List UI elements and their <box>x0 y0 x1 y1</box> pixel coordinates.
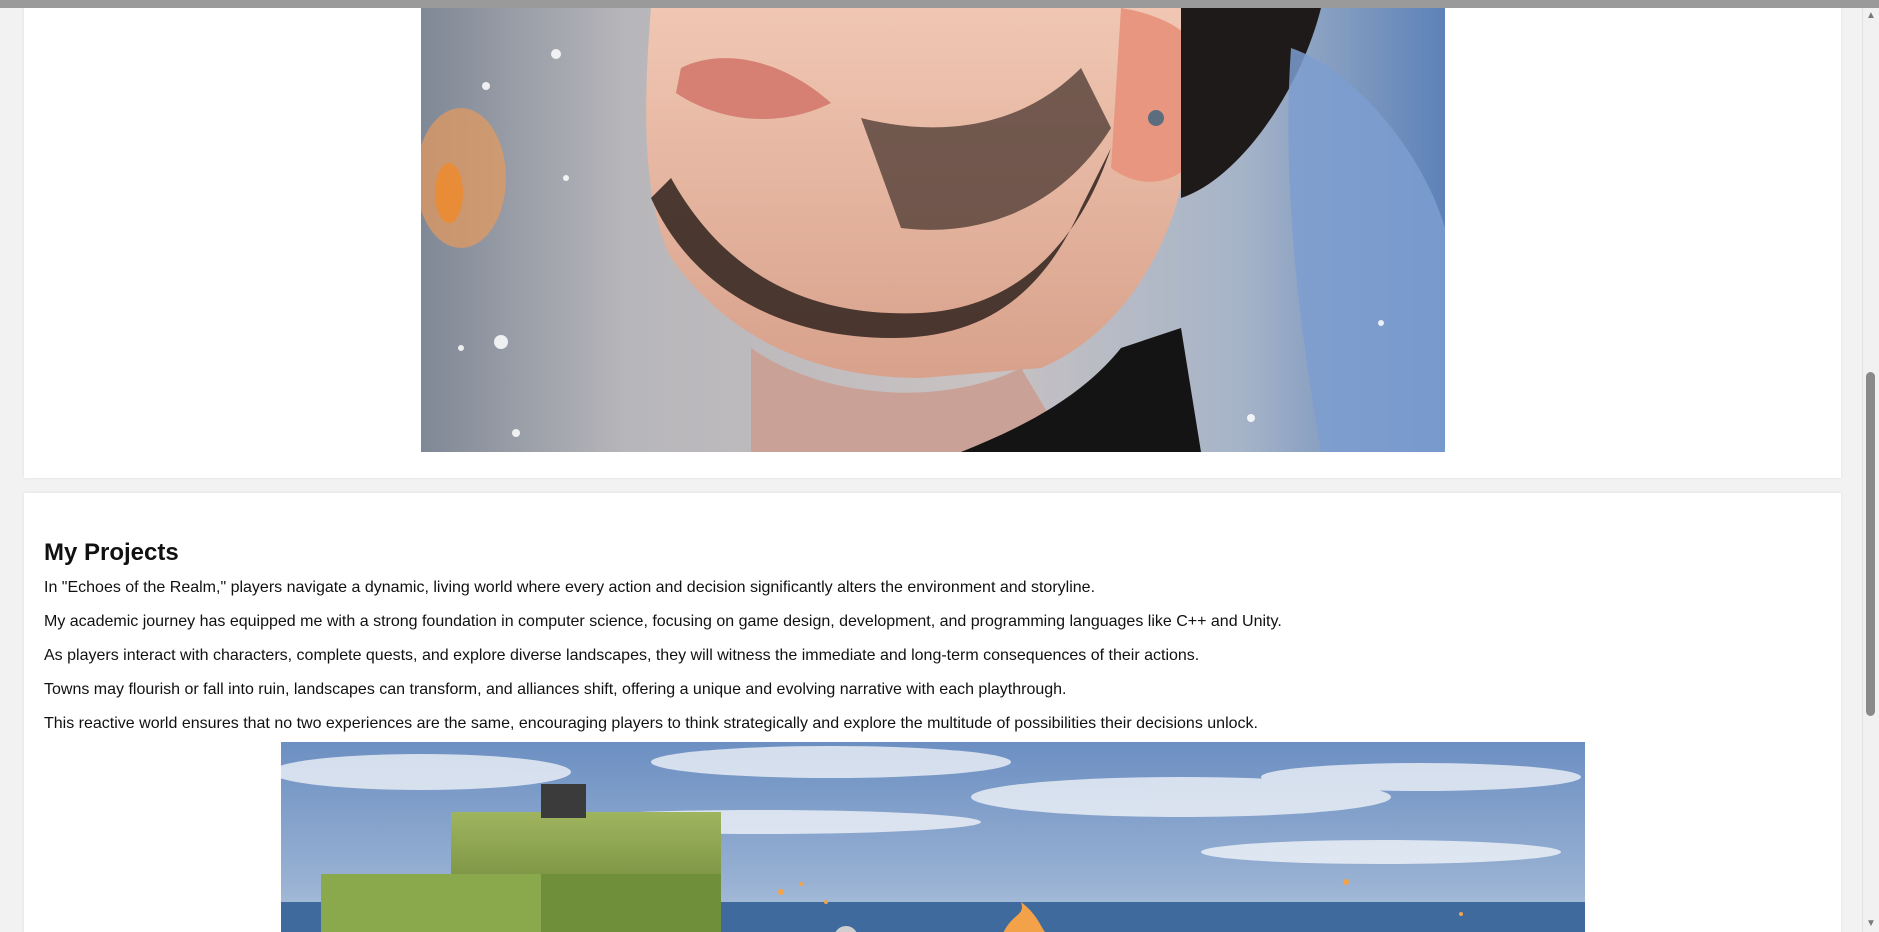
window-frame-top <box>0 0 1879 8</box>
project-paragraph-1: In "Echoes of the Realm," players naviga… <box>44 579 1096 596</box>
project-paragraph-4: Towns may flourish or fall into ruin, la… <box>44 681 1067 698</box>
projects-heading: My Projects <box>44 539 179 566</box>
profile-card <box>24 8 1841 478</box>
vertical-scrollbar[interactable]: ▲ ▼ <box>1862 8 1879 932</box>
portrait-image <box>421 8 1445 452</box>
project-paragraph-2: My academic journey has equipped me with… <box>44 613 1282 630</box>
page-viewport: My Projects In "Echoes of the Realm," pl… <box>0 8 1862 932</box>
scrollbar-thumb[interactable] <box>1866 372 1875 716</box>
game-screenshot-image <box>281 742 1585 932</box>
scroll-up-arrow-icon[interactable]: ▲ <box>1863 8 1879 24</box>
projects-card: My Projects In "Echoes of the Realm," pl… <box>24 493 1841 932</box>
project-paragraph-5: This reactive world ensures that no two … <box>44 715 1258 732</box>
scroll-down-arrow-icon[interactable]: ▼ <box>1863 916 1879 932</box>
project-paragraph-3: As players interact with characters, com… <box>44 647 1200 664</box>
